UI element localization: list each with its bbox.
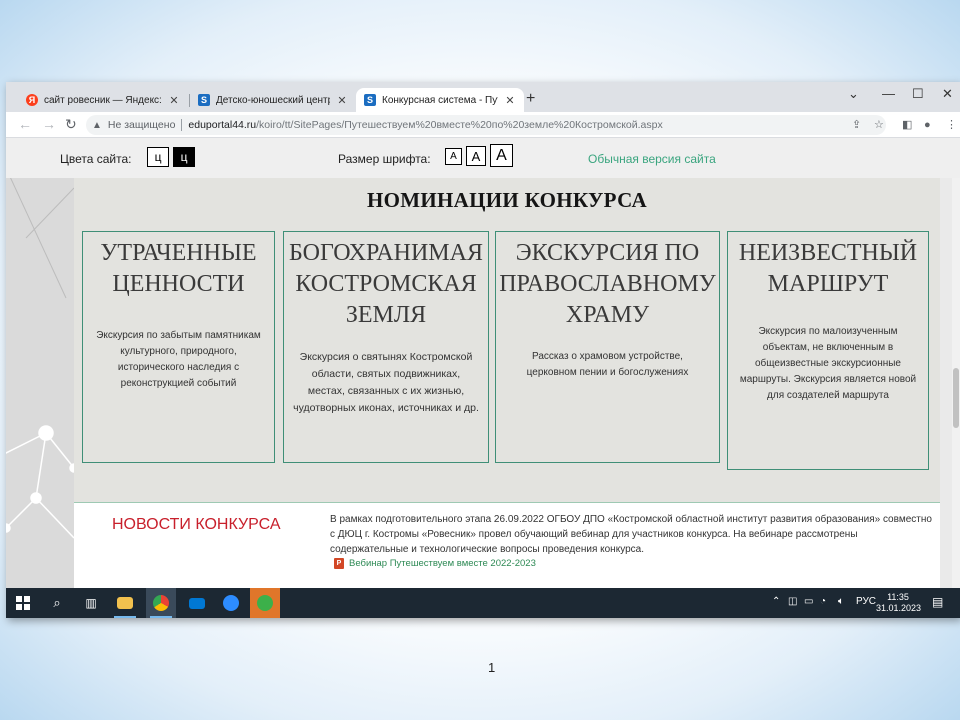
browser-screenshot: Я сайт ровесник — Яндекс: нашлось ✕ S Де… <box>6 82 960 618</box>
tab-search-icon[interactable]: ⌄ <box>848 86 859 102</box>
tab-title: Детско-юношеский центр город <box>216 94 330 106</box>
slide-number: 1 <box>488 660 496 675</box>
menu-icon[interactable]: ⋮ <box>946 118 957 132</box>
sidebar-icon[interactable]: ◧ <box>902 118 912 132</box>
nomination-card[interactable]: УТРАЧЕННЫЕ ЦЕННОСТИ Экскурсия по забытым… <box>82 231 275 463</box>
mail-icon <box>189 597 205 609</box>
nomination-description: Экскурсия по малоизученным объектам, не … <box>739 326 917 401</box>
main-content: НОМИНАЦИИ КОНКУРСА УТРАЧЕННЫЕ ЦЕННОСТИ Э… <box>74 178 940 588</box>
security-status: Не защищено <box>107 119 176 131</box>
close-icon[interactable]: ✕ <box>504 94 516 107</box>
folder-icon <box>117 597 133 609</box>
vpn-button[interactable] <box>250 588 280 618</box>
address-bar[interactable]: ▲ Не защищено eduportal44.ru /koiro/tt/S… <box>86 115 886 135</box>
volume-icon[interactable]: 🔈︎ <box>838 596 844 607</box>
scrollbar-thumb[interactable] <box>953 368 959 428</box>
mail-button[interactable] <box>182 588 212 618</box>
show-hidden-icons[interactable]: ⌃ <box>772 596 780 607</box>
nomination-card[interactable]: НЕИЗВЕСТНЫЙ МАРШРУТ Экскурсия по малоизу… <box>727 231 929 470</box>
new-tab-button[interactable]: + <box>526 90 535 108</box>
url-path: /koiro/tt/SitePages/Путешествуем%20вмест… <box>256 119 663 131</box>
white-scheme-button[interactable]: ц <box>147 147 169 167</box>
nomination-card[interactable]: БОГОХРАНИМАЯ КОСТРОМСКАЯ ЗЕМЛЯ Экскурсия… <box>283 231 489 463</box>
tab-title: Конкурсная система - Путешест <box>382 94 498 106</box>
tab-title: сайт ровесник — Яндекс: нашлось <box>44 94 162 106</box>
address-divider <box>181 119 183 131</box>
running-indicator <box>114 616 136 618</box>
accessibility-bar: Цвета сайта: ц ц Размер шрифта: А А А Об… <box>6 138 960 178</box>
bookmark-star-icon[interactable]: ☆ <box>874 118 884 132</box>
sharepoint-icon: S <box>364 94 376 106</box>
shield-icon <box>257 595 273 611</box>
chrome-button[interactable] <box>146 588 176 618</box>
close-icon[interactable]: ✕ <box>168 94 180 107</box>
news-text: В рамках подготовительного этапа 26.09.2… <box>330 514 932 555</box>
webinar-attachment-link[interactable]: P Вебинар Путешествуем вместе 2022-2023 <box>334 558 536 569</box>
normal-version-link[interactable]: Обычная версия сайта <box>588 152 716 166</box>
nomination-description: Рассказ о храмовом устройстве, церковном… <box>526 351 689 378</box>
powerpoint-icon: P <box>334 558 344 569</box>
decorative-background <box>6 178 74 588</box>
start-button[interactable] <box>8 588 38 618</box>
nominations-section: НОМИНАЦИИ КОНКУРСА УТРАЧЕННЫЕ ЦЕННОСТИ Э… <box>74 178 940 503</box>
nomination-description: Экскурсия по забытым памятникам культурн… <box>96 330 261 389</box>
chrome-icon <box>153 595 169 611</box>
clock-time: 11:35 <box>887 592 909 602</box>
nomination-title: ЭКСКУРСИЯ ПО ПРАВОСЛАВНОМУ ХРАМУ <box>499 240 716 328</box>
close-icon[interactable]: ✕ <box>336 94 348 107</box>
windows-taskbar: ⌕ ▥ ⌃ ◫ ▭ ◔ 🔈︎ РУС 11:35 31.01.2023 ▤ <box>6 588 960 618</box>
clock[interactable]: 11:35 31.01.2023 <box>876 592 922 614</box>
close-window-icon[interactable]: ✕ <box>942 86 953 102</box>
site-colors-label: Цвета сайта: <box>60 152 132 166</box>
nomination-card[interactable]: ЭКСКУРСИЯ ПО ПРАВОСЛАВНОМУ ХРАМУ Рассказ… <box>495 231 720 463</box>
share-icon[interactable]: ⇪ <box>852 118 861 132</box>
maximize-icon[interactable]: ☐ <box>912 86 924 102</box>
nomination-title: БОГОХРАНИМАЯ КОСТРОМСКАЯ ЗЕМЛЯ <box>289 240 483 328</box>
attachment-label: Вебинар Путешествуем вместе 2022-2023 <box>349 558 536 569</box>
minimize-icon[interactable]: — <box>882 86 895 102</box>
search-icon[interactable]: ⌕ <box>42 588 72 618</box>
windows-icon <box>16 596 30 610</box>
notifications-icon[interactable]: ▤ <box>932 595 943 609</box>
battery-icon[interactable]: ▭ <box>804 596 813 607</box>
back-icon[interactable]: ← <box>18 116 32 132</box>
scrollbar[interactable] <box>952 178 960 588</box>
nomination-description: Экскурсия о святынях Костромской области… <box>293 351 479 414</box>
browser-toolbar: ← → ↻ ▲ Не защищено eduportal44.ru /koir… <box>6 112 960 138</box>
nomination-title: УТРАЧЕННЫЕ ЦЕННОСТИ <box>100 240 257 297</box>
yandex-icon: Я <box>26 94 38 106</box>
meet-now-icon[interactable]: ◫ <box>788 596 797 607</box>
tab-contest-system[interactable]: S Конкурсная система - Путешест ✕ <box>356 88 524 112</box>
tab-strip: Я сайт ровесник — Яндекс: нашлось ✕ S Де… <box>6 82 960 112</box>
tab-yandex[interactable]: Я сайт ровесник — Яндекс: нашлось ✕ <box>18 88 188 112</box>
font-size-label: Размер шрифта: <box>338 152 431 166</box>
url-domain: eduportal44.ru <box>188 119 257 131</box>
tab-youth-center[interactable]: S Детско-юношеский центр город ✕ <box>190 88 356 112</box>
running-indicator <box>150 616 172 618</box>
explorer-button[interactable] <box>110 588 140 618</box>
network-pattern-icon <box>6 178 74 539</box>
font-small-button[interactable]: А <box>445 148 462 165</box>
zoom-button[interactable] <box>216 588 246 618</box>
warning-icon: ▲ <box>92 119 102 131</box>
web-page: Цвета сайта: ц ц Размер шрифта: А А А Об… <box>6 138 960 588</box>
forward-icon[interactable]: → <box>42 116 56 132</box>
task-view-icon[interactable]: ▥ <box>76 588 106 618</box>
black-scheme-button[interactable]: ц <box>173 147 195 167</box>
zoom-icon <box>223 595 239 611</box>
nominations-title: НОМИНАЦИИ КОНКУРСА <box>367 188 647 212</box>
language-indicator[interactable]: РУС <box>856 596 876 607</box>
reload-icon[interactable]: ↻ <box>65 116 77 132</box>
network-icon[interactable]: ◔ <box>820 596 826 607</box>
clock-date: 31.01.2023 <box>876 603 922 613</box>
font-medium-button[interactable]: А <box>466 146 486 166</box>
nomination-title: НЕИЗВЕСТНЫЙ МАРШРУТ <box>738 240 918 297</box>
font-large-button[interactable]: А <box>490 144 513 167</box>
profile-icon[interactable]: ● <box>924 118 931 132</box>
news-title: НОВОСТИ КОНКУРСА <box>112 516 281 533</box>
sharepoint-icon: S <box>198 94 210 106</box>
